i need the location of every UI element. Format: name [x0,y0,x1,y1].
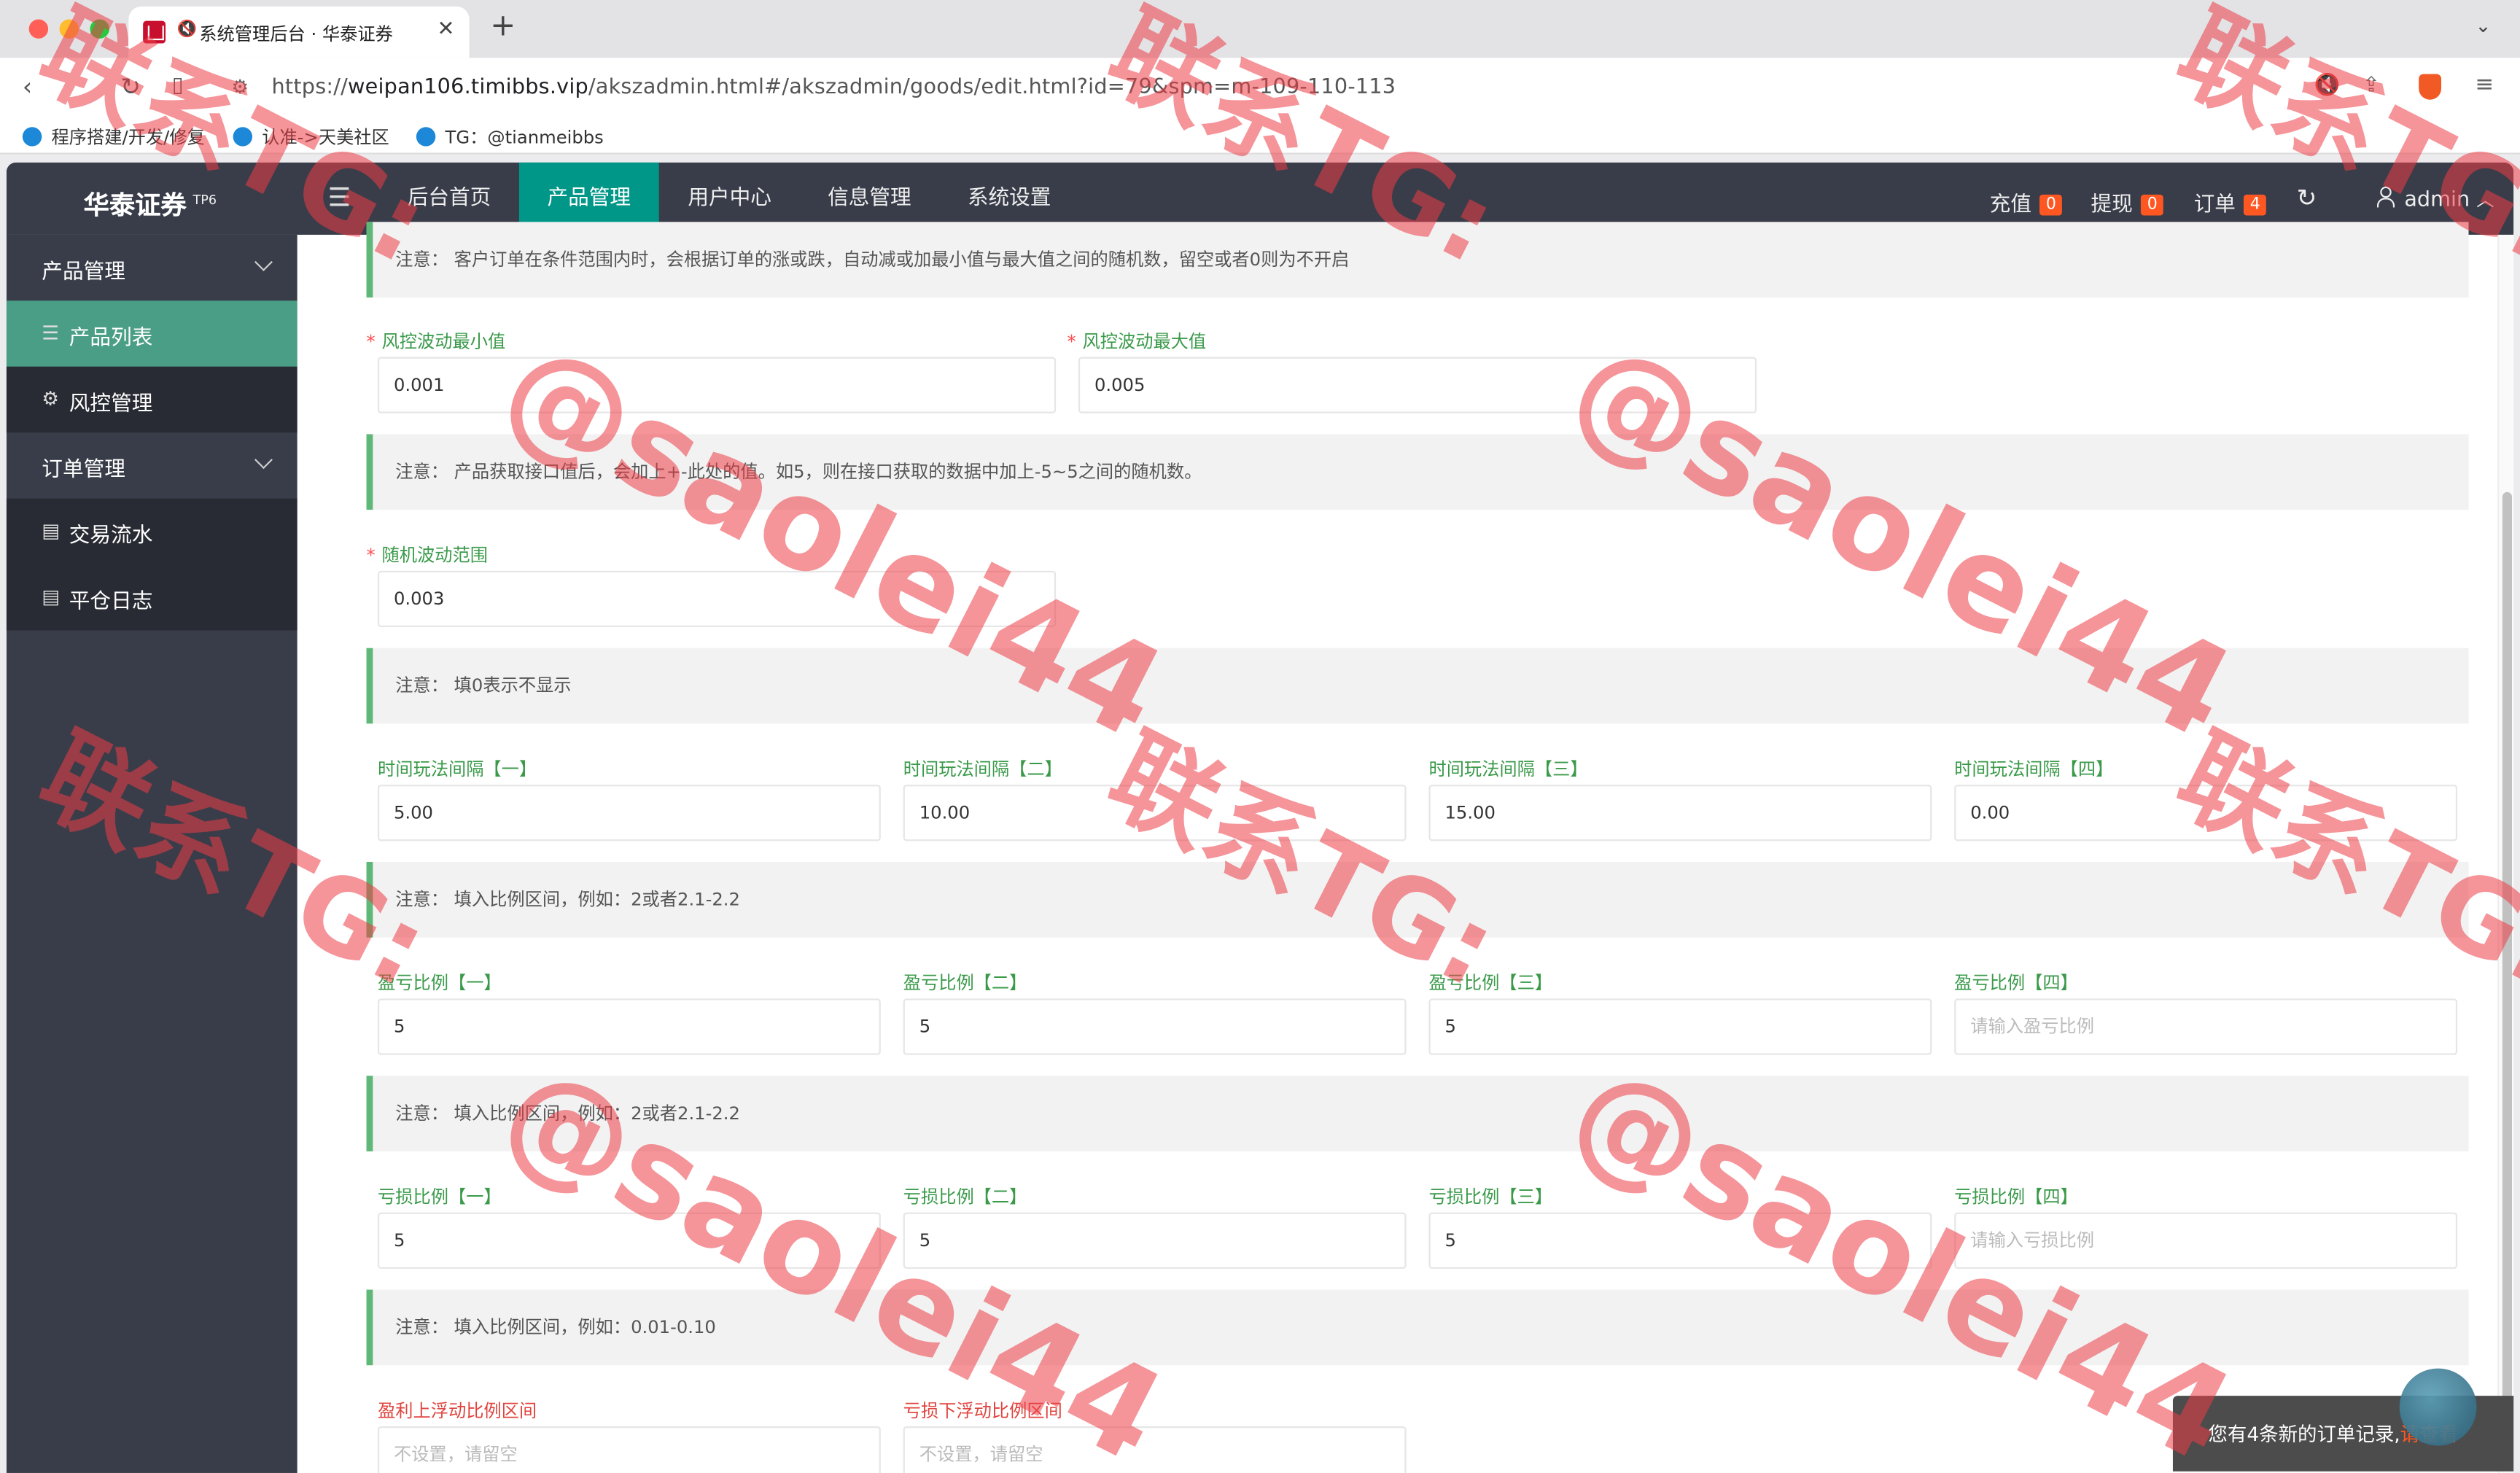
chevron-down-icon[interactable]: ⌄ [2475,15,2491,37]
reload-icon[interactable]: ↻ [120,72,141,101]
loss-ratio-input[interactable] [1428,1212,1932,1269]
logo: 华泰证券 TP6 [83,190,217,221]
bookmark-item[interactable]: TG：@tianmeibbs [416,124,604,149]
orders-badge: 4 [2243,194,2267,216]
browser-toolbar: ‹ ↻ ▯ ⚙ https://weipan106.timibbs.vip/ak… [0,58,2520,120]
url-text[interactable]: https://weipan106.timibbs.vip/akszadmin.… [271,76,1396,100]
sidebar-item-product-list[interactable]: ☰ 产品列表 [6,300,298,367]
risk-min-label: * 风控波动最小值 [366,331,506,352]
note: 注意： 填入比例区间，例如：2或者2.1-2.2 [366,1076,2469,1151]
float-down-label: 亏损下浮动比例区间 [903,1400,1062,1422]
menu-toggle-icon[interactable]: ☰ [328,182,351,212]
bookmarks-bar: 程序搭建/开发/修复 认准->天美社区 TG：@tianmeibbs [0,119,2520,155]
site-icon [233,127,253,147]
floating-assistant-icon[interactable] [2399,1368,2477,1446]
note: 注意： 产品获取接口值后，会加上+-此处的值。如5，则在接口获取的数据中加上-5… [366,434,2469,510]
loss-ratio-input[interactable] [377,1212,881,1269]
profit-ratio-input[interactable] [1428,998,1932,1055]
browser-tab[interactable]: 🔇 系统管理后台 · 华泰证券 ✕ [128,6,470,58]
clipboard-icon: ▤ [42,519,61,543]
chevron-down-icon [254,252,273,271]
scrollbar[interactable] [2497,234,2514,1473]
profit-ratio-input[interactable] [1954,998,2458,1055]
interval-label: 时间玩法间隔【一】 [377,758,537,780]
window-close-button[interactable] [28,19,49,39]
new-tab-icon[interactable]: + [490,8,516,44]
float-down-input[interactable] [903,1426,1407,1473]
layers-icon: ☰ [42,322,60,344]
risk-max-input[interactable] [1078,357,1757,413]
interval-input[interactable] [1954,785,2458,842]
browser-tabstrip: 🔇 系统管理后台 · 华泰证券 ✕ + ⌄ [0,0,2520,58]
gear-icon: ⚙ [42,387,60,411]
profit-ratio-label: 盈亏比例【一】 [377,973,502,994]
tab-title: 系统管理后台 · 华泰证券 [199,24,393,45]
site-icon [22,127,42,147]
random-range-label: * 随机波动范围 [366,545,488,567]
profit-ratio-input[interactable] [377,998,881,1055]
sidebar-item-close-log[interactable]: ▤ 平仓日志 [6,564,298,631]
loss-ratio-label: 亏损比例【四】 [1954,1186,2078,1208]
sidebar-group-products[interactable]: 产品管理 [7,235,298,300]
tab-close-icon[interactable]: ✕ [438,18,455,42]
loss-ratio-label: 亏损比例【三】 [1428,1186,1553,1208]
orders-link[interactable]: 订单 4 [2194,187,2267,217]
float-up-label: 盈利上浮动比例区间 [377,1400,537,1422]
chevron-up-icon: ︿ [2476,190,2494,211]
user-icon [2376,186,2395,208]
interval-label: 时间玩法间隔【三】 [1428,758,1588,780]
note: 注意： 填入比例区间，例如：0.01-0.10 [366,1289,2469,1366]
profit-ratio-input[interactable] [903,998,1407,1055]
sidebar-item-risk-control[interactable]: ⚙ 风控管理 [6,366,298,433]
withdraw-link[interactable]: 提现 0 [2091,187,2164,217]
recharge-badge: 0 [2039,194,2063,216]
bookmark-icon[interactable]: ▯ [172,74,184,98]
address-bar[interactable]: ⚙ https://weipan106.timibbs.vip/akszadmi… [215,66,2304,111]
sidebar: 产品管理 ☰ 产品列表 ⚙ 风控管理 订单管理 ▤ 交易流水 ▤ 平仓日志 [6,234,298,1473]
sidebar-group-orders[interactable]: 订单管理 [7,432,298,498]
loss-ratio-input[interactable] [903,1212,1407,1269]
chevron-down-icon [254,451,273,470]
media-muted-icon[interactable]: 🔇 [2314,74,2341,98]
user-menu[interactable]: admin ︿ [2404,187,2494,212]
interval-input[interactable] [903,785,1407,842]
favicon-icon [143,20,166,44]
brave-shield-icon[interactable] [2419,74,2442,100]
bookmark-item[interactable]: 程序搭建/开发/修复 [22,124,205,149]
share-icon[interactable]: ⇪ [2362,74,2380,98]
withdraw-badge: 0 [2140,194,2164,216]
risk-max-label: * 风控波动最大值 [1067,331,1207,352]
scrollbar-thumb[interactable] [2502,491,2513,1457]
note: 注意： 填入比例区间，例如：2或者2.1-2.2 [366,861,2469,938]
clipboard-icon: ▤ [42,585,61,608]
menu-icon[interactable]: ≡ [2475,72,2494,98]
recharge-link[interactable]: 充值 0 [1990,187,2063,217]
edit-form: 注意： 客户订单在条件范围内时，会根据订单的涨或跌，自动减或加最小值与最大值之间… [297,222,2514,1473]
loss-ratio-label: 亏损比例【二】 [903,1186,1027,1208]
site-settings-icon[interactable]: ⚙ [231,76,249,98]
note: 注意： 客户订单在条件范围内时，会根据订单的涨或跌，自动减或加最小值与最大值之间… [366,222,2469,298]
risk-min-input[interactable] [377,357,1057,413]
back-icon[interactable]: ‹ [23,72,32,101]
interval-label: 时间玩法间隔【二】 [903,758,1062,780]
refresh-icon[interactable]: ↻ [2297,183,2317,212]
sidebar-item-transactions[interactable]: ▤ 交易流水 [6,498,298,565]
site-icon [416,127,436,147]
loss-ratio-input[interactable] [1954,1212,2458,1269]
window-zoom-button[interactable] [90,19,109,39]
profit-ratio-label: 盈亏比例【二】 [903,973,1027,994]
interval-input[interactable] [377,785,881,842]
note: 注意： 填0表示不显示 [366,648,2469,724]
muted-speaker-icon[interactable]: 🔇 [176,21,196,39]
profit-ratio-label: 盈亏比例【四】 [1954,973,2078,994]
loss-ratio-label: 亏损比例【一】 [377,1186,502,1208]
admin-app: 华泰证券 TP6 ☰ 后台首页 产品管理 用户中心 信息管理 系统设置 充值 0 提… [6,162,2514,1473]
bookmark-item[interactable]: 认准->天美社区 [233,124,389,149]
random-range-input[interactable] [377,570,1057,628]
float-up-input[interactable] [377,1426,881,1473]
window-minimize-button[interactable] [59,19,79,39]
interval-input[interactable] [1428,785,1932,842]
profit-ratio-label: 盈亏比例【三】 [1428,973,1553,994]
interval-label: 时间玩法间隔【四】 [1954,758,2114,780]
